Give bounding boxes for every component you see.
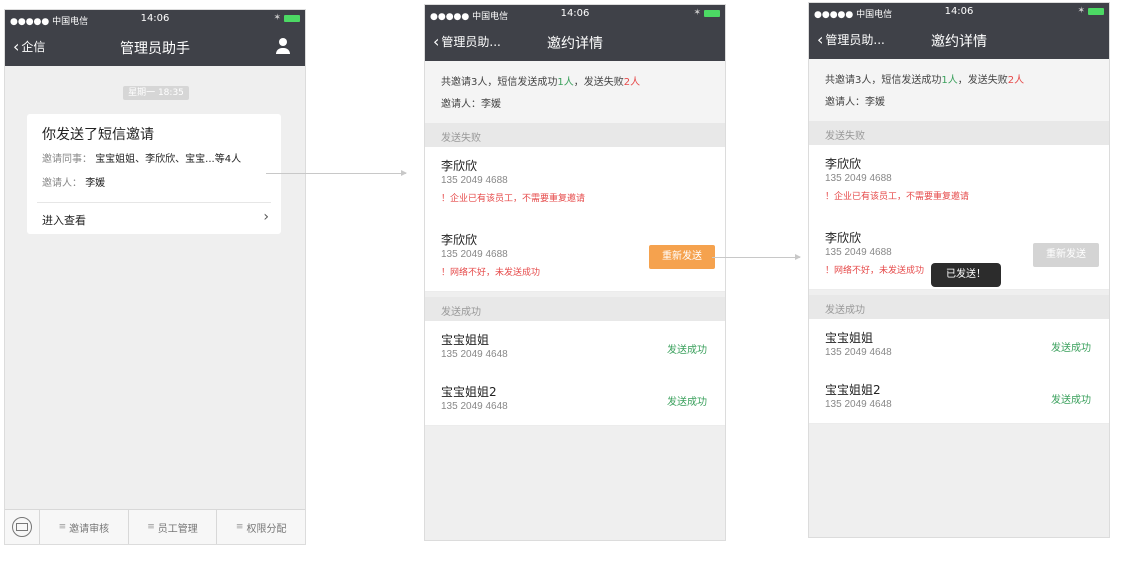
contact-name: 李欣欣 (441, 233, 478, 247)
clock: 14:06 (560, 8, 590, 19)
battery-icon (1088, 7, 1104, 15)
clock: 14:06 (944, 6, 974, 17)
tab-invite-review[interactable]: ≡ 邀请审核 (40, 510, 129, 544)
contact-name: 李欣欣 (825, 157, 862, 171)
colleagues-label: 邀请同事： (42, 154, 92, 165)
menu-icon: ≡ (147, 522, 155, 532)
page-title: 邀约详情 (931, 34, 987, 50)
status-bar: ●●●●● 中国电信 14:06 ✶ (5, 10, 305, 28)
flow-arrow (266, 170, 407, 176)
nav-bar: ‹ 管理员助... 邀约详情 (809, 21, 1109, 59)
success-status: 发送成功 (1051, 395, 1091, 406)
flow-arrow (712, 254, 801, 260)
inviter-value: 李媛 (85, 178, 106, 189)
invite-summary: 共邀请3人，短信发送成功1人，发送失败2人 邀请人：李媛 (809, 59, 1109, 121)
list-item: 李欣欣 135 2049 4688 ！网络不好，未发送成功 重新发送 (425, 221, 725, 292)
menu-icon: ≡ (58, 522, 67, 532)
resend-button[interactable]: 重新发送 (649, 245, 715, 269)
page-title: 管理员助手 (120, 41, 190, 57)
bluetooth-icon: ✶ (1077, 6, 1085, 16)
contact-name: 宝宝姐姐2 (441, 385, 497, 399)
status-icons: ✶ (273, 13, 300, 23)
tab-label: 权限分配 (246, 523, 287, 535)
contact-name: 宝宝姐姐 (825, 331, 874, 345)
contact-phone: 135 2049 4648 (825, 347, 892, 358)
invite-summary: 共邀请3人，短信发送成功1人，发送失败2人 邀请人：李媛 (425, 61, 725, 123)
status-icons: ✶ (1077, 6, 1104, 16)
tab-label: 员工管理 (157, 523, 198, 535)
contact-phone: 135 2049 4648 (441, 349, 508, 360)
keyboard-toggle-button[interactable] (5, 510, 40, 544)
page-title: 邀约详情 (547, 36, 603, 52)
contact-name: 宝宝姐姐2 (825, 383, 881, 397)
status-bar: ●●●●● 中国电信 14:06 ✶ (809, 3, 1109, 21)
contact-phone: 135 2049 4648 (825, 399, 892, 410)
success-count: 1人 (557, 77, 574, 88)
enter-view-link[interactable]: 进入查看 (42, 212, 86, 228)
chevron-right-icon: › (263, 209, 269, 225)
colleagues-value: 宝宝姐姐、李欣欣、宝宝...等4人 (95, 154, 242, 165)
bottom-menu-bar: ≡ 邀请审核 ≡ 员工管理 ≡ 权限分配 (5, 509, 305, 544)
success-status: 发送成功 (667, 397, 707, 408)
failed-section-header: 发送失败 (809, 121, 1109, 145)
bluetooth-icon: ✶ (273, 13, 281, 23)
status-bar: ●●●●● 中国电信 14:06 ✶ (425, 5, 725, 23)
tab-label: 邀请审核 (69, 523, 110, 535)
menu-icon: ≡ (235, 522, 244, 532)
fail-count: 2人 (623, 77, 641, 88)
bluetooth-icon: ✶ (693, 8, 701, 18)
invite-message-card[interactable]: 你发送了短信邀请 邀请同事： 宝宝姐姐、李欣欣、宝宝...等4人 邀请人： 李媛… (27, 114, 281, 234)
error-reason: ！企业已有该员工，不需要重复邀请 (825, 192, 970, 202)
fail-count: 2人 (1007, 75, 1025, 86)
battery-icon (704, 9, 720, 17)
tab-permissions[interactable]: ≡ 权限分配 (217, 510, 305, 544)
error-reason: ！网络不好，未发送成功 (441, 268, 541, 278)
inviter-row: 邀请人： 李媛 (42, 174, 105, 189)
list-item: 宝宝姐姐2 135 2049 4648 发送成功 (425, 373, 725, 426)
user-icon[interactable] (275, 38, 291, 56)
list-item: 宝宝姐姐2 135 2049 4648 发送成功 (809, 371, 1109, 424)
date-chip: 星期一 18:35 (123, 86, 189, 100)
colleagues-row: 邀请同事： 宝宝姐姐、李欣欣、宝宝...等4人 (42, 150, 241, 165)
list-item: 宝宝姐姐 135 2049 4648 发送成功 (425, 321, 725, 374)
inviter-line: 邀请人：李媛 (441, 99, 501, 110)
summary-line: 共邀请3人，短信发送成功1人，发送失败2人 (825, 75, 1025, 86)
contact-phone: 135 2049 4648 (441, 401, 508, 412)
success-status: 发送成功 (1051, 343, 1091, 354)
summary-line: 共邀请3人，短信发送成功1人，发送失败2人 (441, 77, 641, 88)
success-section-header: 发送成功 (809, 295, 1109, 319)
nav-bar: ‹ 企信 管理员助手 (5, 28, 305, 66)
message-title: 你发送了短信邀请 (42, 127, 154, 143)
contact-phone: 135 2049 4688 (825, 247, 892, 258)
contact-phone: 135 2049 4688 (441, 249, 508, 260)
contact-phone: 135 2049 4688 (441, 175, 508, 186)
contact-name: 李欣欣 (825, 231, 862, 245)
phone-screen-invite-details-sent: ●●●●● 中国电信 14:06 ✶ ‹ 管理员助... 邀约详情 共邀请3人，… (808, 2, 1110, 538)
status-icons: ✶ (693, 8, 720, 18)
success-count: 1人 (941, 75, 958, 86)
list-item: 宝宝姐姐 135 2049 4648 发送成功 (809, 319, 1109, 372)
success-status: 发送成功 (667, 345, 707, 356)
clock: 14:06 (140, 13, 170, 24)
inviter-line: 邀请人：李媛 (825, 97, 885, 108)
battery-icon (284, 14, 300, 22)
failed-section-header: 发送失败 (425, 123, 725, 147)
sent-toast: 已发送！ (931, 263, 1001, 287)
resend-button-disabled: 重新发送 (1033, 243, 1099, 267)
inviter-label: 邀请人： (42, 178, 82, 189)
phone-screen-invite-details: ●●●●● 中国电信 14:06 ✶ ‹ 管理员助... 邀约详情 共邀请3人，… (424, 4, 726, 541)
contact-name: 李欣欣 (441, 159, 478, 173)
contact-name: 宝宝姐姐 (441, 333, 490, 347)
list-item: 李欣欣 135 2049 4688 ！企业已有该员工，不需要重复邀请 (425, 147, 725, 222)
error-reason: ！企业已有该员工，不需要重复邀请 (441, 194, 586, 204)
phone-screen-admin-assistant: ●●●●● 中国电信 14:06 ✶ ‹ 企信 管理员助手 星期一 18:35 … (4, 9, 306, 545)
list-item: 李欣欣 135 2049 4688 ！企业已有该员工，不需要重复邀请 (809, 145, 1109, 220)
divider (37, 202, 271, 203)
success-section-header: 发送成功 (425, 297, 725, 321)
nav-bar: ‹ 管理员助... 邀约详情 (425, 23, 725, 61)
error-reason: ！网络不好，未发送成功 (825, 266, 925, 276)
keyboard-icon (12, 517, 32, 537)
contact-phone: 135 2049 4688 (825, 173, 892, 184)
tab-employee-management[interactable]: ≡ 员工管理 (129, 510, 218, 544)
